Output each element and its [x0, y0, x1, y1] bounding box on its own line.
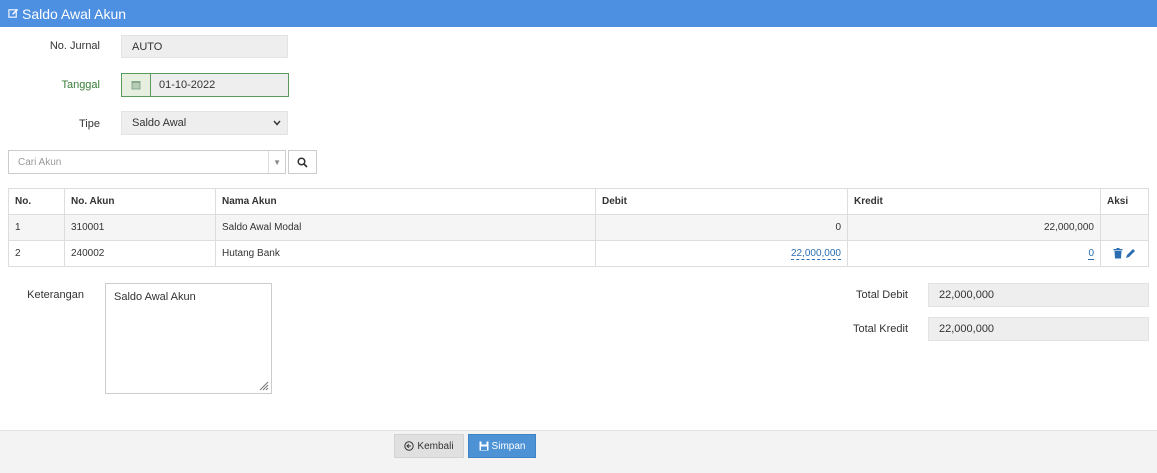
- no-jurnal-field[interactable]: AUTO: [121, 35, 288, 58]
- total-debit-field: 22,000,000: [928, 283, 1149, 307]
- tanggal-datepicker[interactable]: 01-10-2022: [121, 73, 289, 97]
- tanggal-value: 01-10-2022: [159, 79, 216, 91]
- tanggal-input[interactable]: 01-10-2022: [151, 74, 288, 96]
- edit-icon: [8, 8, 19, 18]
- table-row: 2 240002 Hutang Bank 22,000,000 0: [8, 240, 1149, 267]
- tipe-select[interactable]: Saldo Awal: [121, 111, 288, 135]
- total-kredit-value: 22,000,000: [939, 323, 995, 335]
- keterangan-label: Keterangan: [27, 289, 84, 301]
- col-kredit: Kredit: [847, 188, 1101, 215]
- back-button-label: Kembali: [417, 440, 454, 452]
- row-no-akun: 240002: [64, 240, 216, 267]
- pencil-icon[interactable]: [1125, 248, 1136, 259]
- total-debit-label: Total Debit: [856, 289, 908, 301]
- page-header: Saldo Awal Akun: [0, 0, 1157, 27]
- col-nama-akun: Nama Akun: [215, 188, 596, 215]
- table-header-row: No. No. Akun Nama Akun Debit Kredit Aksi: [8, 188, 1149, 215]
- row-no-akun: 310001: [64, 214, 216, 241]
- search-icon: [297, 156, 308, 168]
- total-kredit-label: Total Kredit: [852, 323, 908, 335]
- back-arrow-icon: [404, 441, 415, 451]
- col-debit: Debit: [595, 188, 848, 215]
- save-button-label: Simpan: [491, 440, 526, 452]
- col-no: No.: [8, 188, 65, 215]
- debit-editable-value[interactable]: 22,000,000: [790, 248, 841, 260]
- chevron-down-icon: [273, 120, 281, 126]
- save-button[interactable]: Simpan: [468, 434, 536, 458]
- tipe-label: Tipe: [79, 118, 100, 130]
- kredit-editable-value[interactable]: 0: [1088, 248, 1094, 260]
- caret-down-icon[interactable]: ▼: [268, 151, 281, 173]
- resize-grip-icon[interactable]: [259, 381, 269, 391]
- no-jurnal-value: AUTO: [132, 40, 163, 53]
- row-no: 2: [8, 240, 65, 267]
- form-footer: [0, 430, 1157, 473]
- keterangan-value: Saldo Awal Akun: [114, 291, 196, 303]
- row-nama-akun: Saldo Awal Modal: [215, 214, 596, 241]
- table-row: 1 310001 Saldo Awal Modal 0 22,000,000: [8, 214, 1149, 241]
- col-no-akun: No. Akun: [64, 188, 216, 215]
- row-aksi: [1100, 214, 1149, 241]
- total-debit-value: 22,000,000: [939, 289, 995, 301]
- keterangan-textarea[interactable]: Saldo Awal Akun: [105, 283, 272, 394]
- account-search-placeholder: Cari Akun: [18, 156, 62, 168]
- tipe-value: Saldo Awal: [132, 117, 187, 129]
- trash-icon[interactable]: [1113, 248, 1123, 259]
- search-button[interactable]: [288, 150, 317, 174]
- col-aksi: Aksi: [1100, 188, 1149, 215]
- floppy-disk-icon: [479, 441, 489, 451]
- tanggal-label: Tanggal: [61, 79, 100, 91]
- row-kredit: 22,000,000: [847, 214, 1101, 241]
- no-jurnal-label: No. Jurnal: [49, 40, 100, 52]
- row-aksi: [1100, 240, 1149, 267]
- row-kredit-cell: 0: [847, 240, 1101, 267]
- back-button[interactable]: Kembali: [394, 434, 464, 458]
- row-no: 1: [8, 214, 65, 241]
- total-kredit-field: 22,000,000: [928, 317, 1149, 341]
- journal-table: No. No. Akun Nama Akun Debit Kredit Aksi…: [8, 188, 1149, 267]
- account-search-select[interactable]: Cari Akun ▼: [8, 150, 286, 174]
- row-nama-akun: Hutang Bank: [215, 240, 596, 267]
- page-title: Saldo Awal Akun: [22, 5, 127, 22]
- calendar-icon[interactable]: [122, 74, 151, 96]
- row-debit-cell: 22,000,000: [595, 240, 848, 267]
- row-debit: 0: [595, 214, 848, 241]
